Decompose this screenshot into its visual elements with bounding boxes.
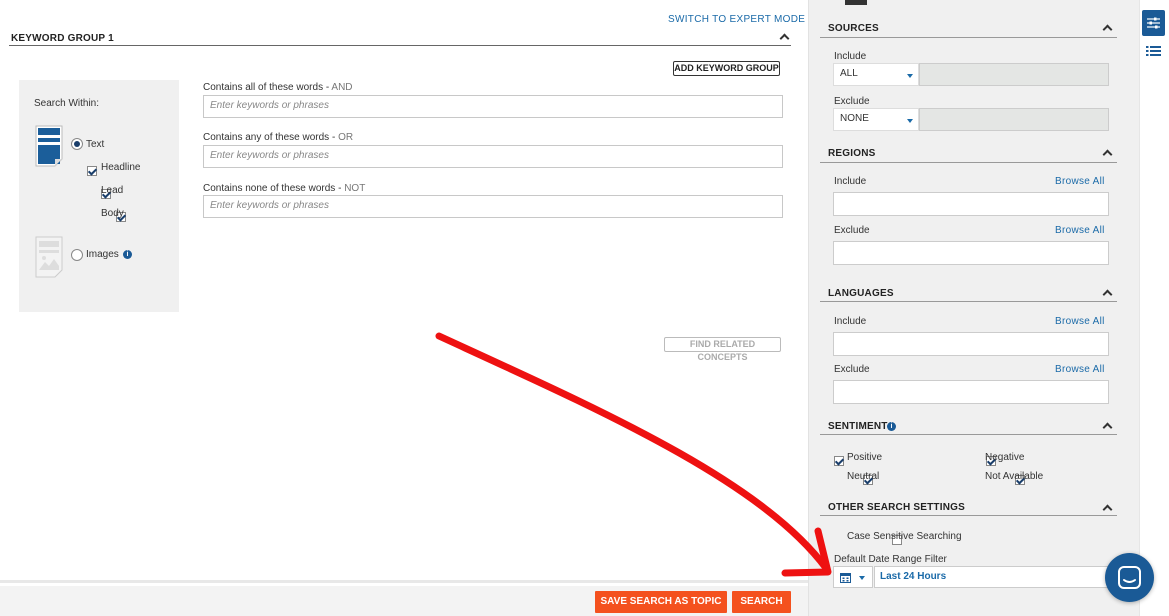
languages-title: LANGUAGES	[828, 288, 894, 299]
contains-none-input[interactable]: Enter keywords or phrases	[203, 195, 783, 218]
languages-exclude-label: Exclude	[834, 364, 870, 375]
add-keyword-group-button[interactable]: ADD KEYWORD GROUP	[673, 61, 780, 76]
sources-include-field[interactable]	[919, 63, 1109, 86]
languages-include-browse-all[interactable]: Browse All	[1055, 316, 1105, 327]
info-icon[interactable]: i	[123, 250, 132, 259]
search-button[interactable]: SEARCH	[732, 591, 791, 613]
calendar-icon	[840, 573, 851, 583]
group-divider	[9, 45, 791, 46]
regions-include-input[interactable]	[833, 192, 1109, 216]
other-settings-divider	[820, 515, 1117, 516]
filters-sidebar	[808, 0, 1139, 616]
chevron-down-icon	[859, 576, 865, 580]
positive-checkbox[interactable]	[834, 456, 844, 466]
collapse-group-icon[interactable]	[779, 33, 790, 44]
image-document-icon	[35, 236, 63, 278]
languages-divider	[820, 301, 1117, 302]
sentiment-title: SENTIMENT	[828, 421, 888, 432]
headline-label: Headline	[101, 162, 141, 173]
chat-launcher-button[interactable]	[1105, 553, 1154, 602]
date-range-select[interactable]: Last 24 Hours	[874, 566, 1109, 588]
contains-all-input[interactable]: Enter keywords or phrases	[203, 95, 783, 118]
not-available-label: Not Available	[985, 471, 1044, 482]
search-within-label: Search Within:	[34, 98, 100, 109]
body-label: Body	[101, 208, 124, 219]
sources-exclude-field[interactable]	[919, 108, 1109, 131]
chat-icon	[1118, 566, 1141, 589]
regions-exclude-label: Exclude	[834, 225, 870, 236]
positive-label: Positive	[847, 452, 883, 463]
text-radio[interactable]	[71, 138, 83, 150]
contains-any-label: Contains any of these words - OR	[203, 132, 354, 143]
sentiment-divider	[820, 434, 1117, 435]
date-range-picker-button[interactable]	[833, 566, 873, 588]
list-icon[interactable]	[1146, 45, 1161, 57]
chevron-down-icon	[907, 74, 913, 78]
info-icon[interactable]: i	[887, 422, 896, 431]
text-document-icon	[35, 125, 63, 167]
case-sensitive-label: Case Sensitive Searching	[847, 531, 962, 542]
neutral-label: Neutral	[847, 471, 880, 482]
chevron-down-icon	[907, 119, 913, 123]
footer-divider	[0, 580, 808, 583]
languages-exclude-browse-all[interactable]: Browse All	[1055, 364, 1105, 375]
filters-tab-button[interactable]	[1142, 10, 1165, 36]
text-option-label: Text	[86, 139, 105, 150]
languages-include-input[interactable]	[833, 332, 1109, 356]
regions-include-label: Include	[834, 176, 867, 187]
date-range-label: Default Date Range Filter	[834, 554, 947, 565]
regions-title: REGIONS	[828, 148, 876, 159]
lead-label: Lead	[101, 185, 124, 196]
images-option-label: Images	[86, 249, 119, 260]
keyword-group-title: KEYWORD GROUP 1	[11, 33, 114, 44]
contains-all-label: Contains all of these words - AND	[203, 82, 353, 93]
languages-include-label: Include	[834, 316, 867, 327]
sources-divider	[820, 37, 1117, 38]
languages-exclude-input[interactable]	[833, 380, 1109, 404]
switch-to-expert-mode-link[interactable]: SWITCH TO EXPERT MODE	[668, 14, 805, 25]
sources-title: SOURCES	[828, 23, 879, 34]
sources-include-label: Include	[834, 51, 867, 62]
sources-include-select[interactable]: ALL	[833, 63, 919, 86]
find-related-concepts-button[interactable]: FIND RELATED CONCEPTS	[664, 337, 781, 362]
sources-exclude-label: Exclude	[834, 96, 870, 107]
images-radio[interactable]	[71, 249, 83, 261]
contains-none-label: Contains none of these words - NOT	[203, 183, 366, 194]
right-toolbar	[1139, 0, 1169, 616]
contains-any-input[interactable]: Enter keywords or phrases	[203, 145, 783, 168]
sliders-icon	[1147, 17, 1160, 29]
regions-exclude-browse-all[interactable]: Browse All	[1055, 225, 1105, 236]
other-settings-title: OTHER SEARCH SETTINGS	[828, 502, 965, 513]
sidebar-top-handle	[845, 0, 867, 5]
regions-divider	[820, 162, 1117, 163]
save-search-as-topic-button[interactable]: SAVE SEARCH AS TOPIC	[595, 591, 727, 613]
headline-checkbox[interactable]	[87, 166, 97, 176]
regions-exclude-input[interactable]	[833, 241, 1109, 265]
negative-label: Negative	[985, 452, 1025, 463]
sources-exclude-select[interactable]: NONE	[833, 108, 919, 131]
keyword-builder-panel: SWITCH TO EXPERT MODE KEYWORD GROUP 1 AD…	[0, 0, 808, 616]
regions-include-browse-all[interactable]: Browse All	[1055, 176, 1105, 187]
